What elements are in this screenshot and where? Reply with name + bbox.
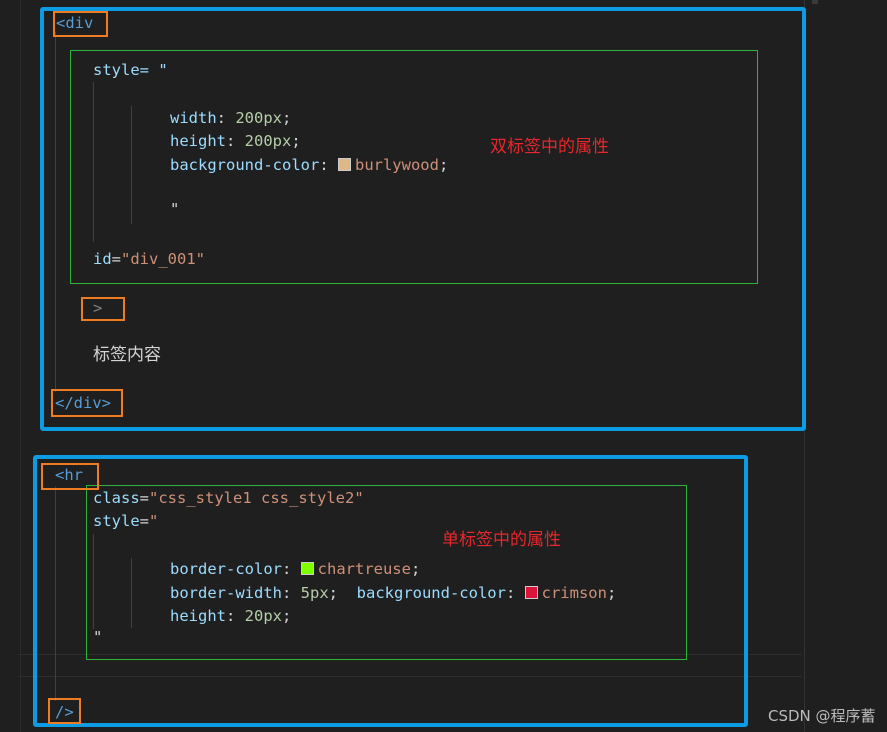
scrollbar-marker[interactable] bbox=[812, 0, 818, 4]
hr-attributes-box bbox=[86, 485, 687, 660]
csdn-watermark: CSDN @程序蓄 bbox=[768, 707, 876, 725]
editor-gutter-line bbox=[20, 0, 21, 732]
hr-open-tag-box bbox=[41, 463, 99, 490]
div-open-tag-box bbox=[53, 11, 108, 37]
gt-box bbox=[81, 297, 125, 321]
div-attributes-box bbox=[70, 50, 758, 284]
self-close-box bbox=[48, 698, 81, 724]
div-close-tag-box bbox=[51, 389, 123, 417]
